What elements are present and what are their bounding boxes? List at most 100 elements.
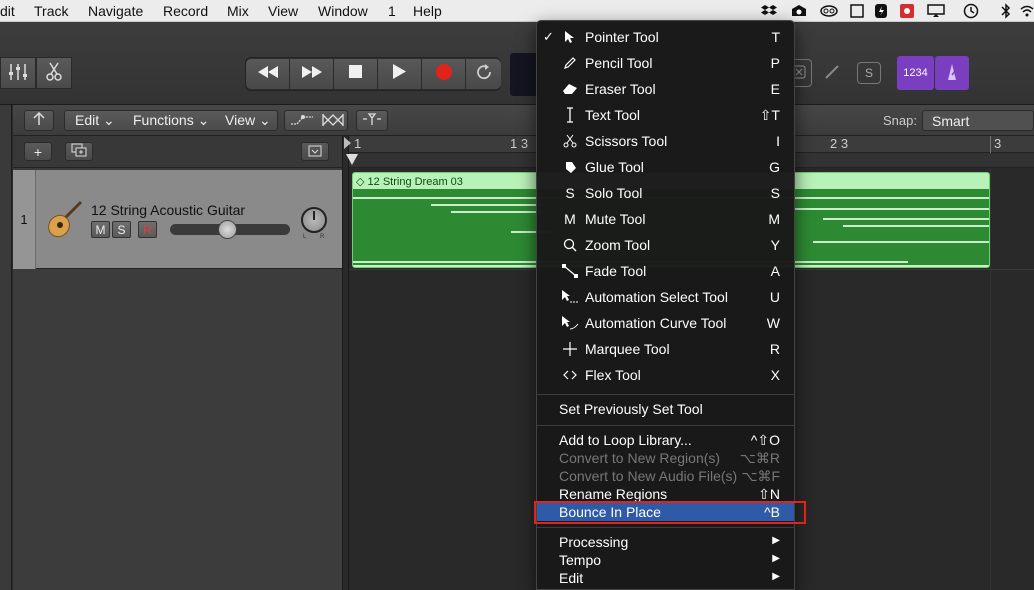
- menu-separator: [537, 527, 794, 528]
- volume-slider-handle[interactable]: [218, 220, 237, 239]
- menu-item-automation-select-tool[interactable]: Automation Select Tool U: [537, 285, 794, 311]
- cloud-app-icon[interactable]: [790, 2, 808, 19]
- menu-item-glue-tool[interactable]: Glue Tool G: [537, 155, 794, 181]
- bluetooth-icon[interactable]: [997, 2, 1015, 19]
- add-track-button[interactable]: +: [24, 142, 52, 161]
- functions-menu-label: Functions: [133, 112, 194, 128]
- menu-item-add-to-loop-library[interactable]: Add to Loop Library... ^⇧O: [537, 431, 794, 449]
- menu-item-label: Automation Curve Tool: [585, 315, 727, 331]
- metronome-button[interactable]: [935, 56, 969, 90]
- playhead-marker-icon[interactable]: [343, 136, 353, 153]
- record-app-icon[interactable]: [898, 2, 916, 19]
- catch-icon: [361, 112, 383, 129]
- ruler-label-3: 3: [994, 136, 1002, 151]
- menu-item-marquee-tool[interactable]: Marquee Tool R: [537, 337, 794, 363]
- arrow-up-icon: [33, 111, 45, 129]
- menu-group: Edit ⌄ Functions ⌄ View ⌄: [64, 110, 278, 131]
- automation-buttons: [284, 110, 348, 131]
- view-menu-button[interactable]: View ⌄: [225, 112, 271, 129]
- menu-item-convert-to-new-audio-files: Convert to New Audio File(s) ⌥⌘F: [537, 467, 794, 485]
- wifi-icon[interactable]: [1018, 2, 1034, 19]
- scissors-icon: [46, 62, 62, 85]
- menu-item-shortcut: Y: [770, 237, 780, 253]
- menu-track[interactable]: Track: [34, 3, 68, 19]
- menu-window[interactable]: Window: [318, 3, 368, 19]
- menu-item-text-tool[interactable]: Text Tool ⇧T: [537, 103, 794, 129]
- solo-mode-button[interactable]: S: [857, 62, 881, 84]
- menu-record[interactable]: Record: [163, 3, 208, 19]
- snap-dropdown[interactable]: Smart: [922, 110, 1034, 131]
- global-tracks-button[interactable]: [301, 142, 329, 161]
- menu-item-label: Rename Regions: [559, 486, 668, 502]
- menu-mix[interactable]: Mix: [227, 3, 249, 19]
- display-icon[interactable]: [927, 2, 945, 19]
- menu-item-solo-tool[interactable]: S Solo Tool S: [537, 181, 794, 207]
- menu-item-scissors-tool[interactable]: Scissors Tool I: [537, 129, 794, 155]
- solo-button[interactable]: S: [112, 221, 131, 238]
- inspector-strip: [0, 105, 12, 590]
- menu-view[interactable]: View: [268, 3, 298, 19]
- menu-item-set-previous-tool[interactable]: Set Previously Set Tool: [537, 397, 794, 423]
- menu-item-edit[interactable]: Edit ▶: [537, 569, 794, 587]
- cycle-button[interactable]: [466, 59, 501, 89]
- menu-item-flex-tool[interactable]: Flex Tool X: [537, 363, 794, 389]
- edit-menu-button[interactable]: Edit ⌄: [75, 112, 115, 129]
- menu-item-automation-curve-tool[interactable]: Automation Curve Tool W: [537, 311, 794, 337]
- flex-icon[interactable]: [321, 113, 345, 130]
- menu-item-label: Tempo: [559, 552, 602, 568]
- menu-edit[interactable]: dit: [0, 3, 15, 19]
- menu-item-pointer-tool[interactable]: ✓ Pointer Tool T: [537, 25, 794, 51]
- stop-button[interactable]: [334, 59, 378, 89]
- mixer-button[interactable]: [0, 57, 36, 89]
- menu-item-zoom-tool[interactable]: Zoom Tool Y: [537, 233, 794, 259]
- catch-button[interactable]: [356, 110, 388, 131]
- menu-item-shortcut: W: [766, 315, 780, 331]
- pan-left-label: L: [303, 234, 307, 240]
- time-machine-icon[interactable]: [962, 2, 980, 19]
- rewind-button[interactable]: [246, 59, 290, 89]
- track-name[interactable]: 12 String Acoustic Guitar: [91, 202, 245, 218]
- empty-track-area[interactable]: [13, 270, 342, 590]
- up-hierarchy-button[interactable]: [24, 110, 54, 131]
- creative-cloud-icon[interactable]: [820, 2, 838, 19]
- submenu-arrow-icon: ▶: [772, 535, 780, 546]
- play-button[interactable]: [378, 59, 422, 89]
- scissors-button[interactable]: [36, 57, 72, 89]
- menu-item-fade-tool[interactable]: Fade Tool A: [537, 259, 794, 285]
- menu-item-processing[interactable]: Processing ▶: [537, 533, 794, 551]
- pane-divider[interactable]: [342, 136, 349, 590]
- pan-knob[interactable]: [301, 207, 327, 233]
- record-enable-button[interactable]: R: [138, 221, 157, 238]
- menu-item-shortcut: ⌥⌘R: [739, 450, 780, 466]
- bolt-icon[interactable]: [872, 2, 890, 19]
- menu-item-label: Edit: [559, 570, 584, 586]
- automation-icon[interactable]: [290, 113, 314, 130]
- crosshair-icon: [561, 340, 579, 358]
- mute-button[interactable]: M: [91, 221, 110, 238]
- dropbox-icon[interactable]: [760, 2, 778, 19]
- menu-item-pencil-tool[interactable]: Pencil Tool P: [537, 51, 794, 77]
- duplicate-track-button[interactable]: [65, 142, 93, 161]
- menu-separator: [537, 425, 794, 426]
- ruler-label-1: 1: [354, 136, 362, 151]
- functions-menu-button[interactable]: Functions ⌄: [133, 112, 209, 129]
- record-button[interactable]: [422, 59, 466, 89]
- track-header[interactable]: 1 12 String Acoustic Guitar M S R L R: [13, 170, 342, 269]
- menu-item-eraser-tool[interactable]: Eraser Tool E: [537, 77, 794, 103]
- count-in-button[interactable]: 1234: [897, 56, 934, 90]
- menu-item-label: Eraser Tool: [585, 81, 656, 97]
- menu-help[interactable]: Help: [413, 3, 442, 19]
- tuner-button[interactable]: [819, 59, 845, 87]
- menu-1[interactable]: 1: [388, 3, 396, 19]
- edit-menu-label: Edit: [75, 112, 100, 128]
- fast-forward-button[interactable]: [290, 59, 334, 89]
- menu-item-tempo[interactable]: Tempo ▶: [537, 551, 794, 569]
- rewind-icon: [257, 65, 278, 83]
- menu-navigate[interactable]: Navigate: [88, 3, 143, 19]
- window-icon[interactable]: [848, 2, 866, 19]
- fade-icon: [561, 262, 579, 280]
- menu-item-label: Pencil Tool: [585, 55, 653, 71]
- menu-item-label: Automation Select Tool: [585, 289, 728, 305]
- chevron-down-icon: ⌄: [258, 112, 271, 128]
- menu-item-mute-tool[interactable]: M Mute Tool M: [537, 207, 794, 233]
